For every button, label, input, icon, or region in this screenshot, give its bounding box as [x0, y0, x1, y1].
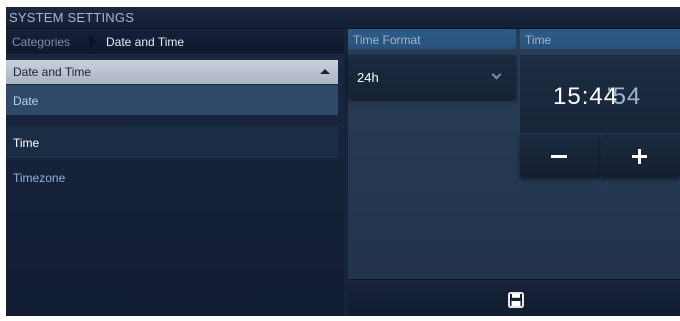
time-format-title: Time Format — [353, 33, 421, 47]
collapse-up-icon[interactable] — [320, 69, 330, 74]
category-item-label: Date — [13, 94, 39, 108]
decrement-button[interactable] — [520, 134, 600, 177]
categories-panel: Categories Date and Time Date and Time D… — [6, 29, 344, 316]
breadcrumb-categories[interactable]: Categories — [12, 35, 70, 49]
category-item-time[interactable]: Time — [6, 126, 338, 158]
category-group-label: Date and Time — [13, 65, 92, 79]
system-settings-window: SYSTEM SETTINGS Categories Date and Time… — [6, 7, 680, 316]
category-item-label: Time — [13, 136, 40, 150]
category-group-header[interactable]: Date and Time — [6, 60, 338, 84]
time-header: Time — [520, 29, 680, 49]
time-title: Time — [525, 33, 552, 47]
time-format-value: 24h — [357, 70, 379, 85]
breadcrumb-current: Date and Time — [106, 35, 185, 49]
title-bar: SYSTEM SETTINGS — [6, 7, 680, 29]
window-title: SYSTEM SETTINGS — [9, 10, 135, 25]
time-display: 15:44 '54 — [520, 55, 680, 133]
chevron-down-icon[interactable] — [491, 69, 502, 80]
category-item-timezone[interactable]: Timezone — [6, 161, 338, 191]
time-format-header: Time Format — [348, 29, 516, 49]
time-format-select[interactable]: 24h — [348, 55, 516, 99]
category-item-label: Timezone — [13, 171, 66, 185]
time-seconds: '54 — [607, 83, 642, 110]
settings-panel: Time Format Time 24h 15:44 '54 — [348, 29, 680, 316]
breadcrumb: Categories Date and Time — [6, 29, 344, 54]
minus-icon — [551, 155, 567, 158]
category-item-date[interactable]: Date — [6, 85, 338, 115]
increment-button[interactable] — [601, 134, 680, 177]
breadcrumb-separator-icon — [89, 32, 101, 52]
plus-icon-vertical — [638, 149, 641, 164]
floppy-disk-icon[interactable] — [508, 292, 524, 308]
footer-bar — [348, 279, 680, 316]
